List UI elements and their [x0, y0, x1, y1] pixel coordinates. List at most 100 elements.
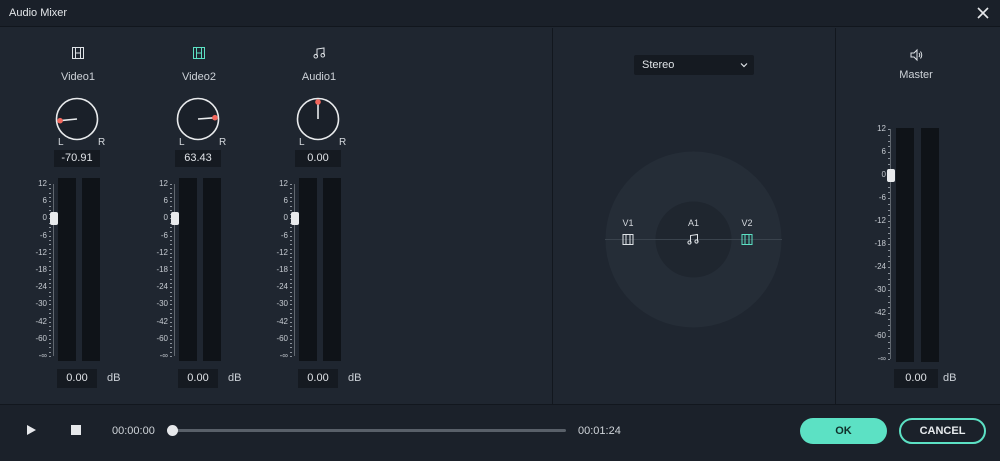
- channel-name: Audio1: [301, 71, 337, 83]
- db-scale-minor-tick: [170, 287, 172, 289]
- cancel-button[interactable]: CANCEL: [899, 418, 986, 444]
- db-scale-minor-tick: [888, 359, 890, 360]
- db-scale-minor-tick: [290, 235, 292, 237]
- channel-strip-audio1: Audio1 L R 0.00 12 6 0 -6 -12 -18 -24 -30 -42 -60…: [259, 28, 379, 404]
- db-scale-minor-tick: [49, 192, 51, 194]
- ok-button[interactable]: OK: [800, 418, 887, 444]
- play-icon[interactable]: [24, 423, 38, 437]
- volume-db-field[interactable]: 0.00: [178, 369, 218, 388]
- db-scale-minor-tick: [290, 252, 292, 254]
- db-scale-minor-tick: [290, 325, 292, 327]
- stop-icon[interactable]: [71, 425, 81, 435]
- db-unit-label: dB: [107, 372, 121, 384]
- db-scale-tick: -∞: [38, 351, 47, 360]
- master-volume-fader[interactable]: [887, 169, 895, 182]
- pan-value-field[interactable]: 63.43: [175, 150, 221, 167]
- fader-track: [53, 184, 54, 356]
- pan-value-field[interactable]: -70.91: [54, 150, 100, 167]
- db-scale-minor-tick: [290, 196, 292, 198]
- db-scale-tick: 6: [163, 196, 168, 206]
- db-scale-tick: 12: [38, 179, 47, 188]
- pan-knob[interactable]: [55, 97, 99, 141]
- db-unit-label: dB: [228, 372, 242, 384]
- db-scale-minor-tick: [49, 282, 51, 284]
- db-unit-label: dB: [943, 372, 957, 384]
- db-scale-minor-tick: [170, 261, 172, 263]
- db-scale: 12 6 0 -6 -12 -18 -24 -30 -42 -60 -∞: [860, 125, 890, 363]
- db-scale-minor-tick: [290, 209, 292, 211]
- db-scale-minor-tick: [170, 278, 172, 280]
- speaker-icon: [909, 48, 923, 62]
- db-scale-tick: -6: [39, 230, 47, 240]
- db-scale-tick: -24: [276, 282, 288, 292]
- db-scale-tick: 12: [877, 124, 886, 133]
- db-scale-tick: -18: [874, 239, 886, 248]
- pan-label-v1: V1: [622, 218, 633, 228]
- volume-fader[interactable]: [291, 212, 299, 226]
- db-scale-minor-tick: [49, 300, 51, 302]
- db-scale-minor-tick: [170, 248, 172, 250]
- db-scale-minor-tick: [170, 291, 172, 293]
- fader-track: [890, 129, 891, 359]
- volume-fader[interactable]: [50, 212, 58, 226]
- pan-value-field[interactable]: 0.00: [295, 150, 341, 167]
- db-scale-tick: -60: [35, 333, 47, 343]
- db-scale: 12 6 0 -6 -12 -18 -24 -30 -42 -60 -∞: [142, 180, 172, 360]
- db-scale-tick: -18: [156, 265, 168, 274]
- db-scale-minor-tick: [49, 321, 51, 323]
- db-scale-tick: -42: [156, 316, 168, 326]
- db-scale-minor-tick: [49, 209, 51, 211]
- master-label: Master: [899, 69, 933, 81]
- db-scale-minor-tick: [170, 231, 172, 233]
- channel-strip-video1: Video1 L R -70.91 12 6 0 -6 -12 -18 -24 -30 -42 -…: [18, 28, 138, 404]
- fader-track: [174, 184, 175, 356]
- db-scale-tick: -30: [156, 299, 168, 309]
- db-scale-tick: -60: [156, 333, 168, 343]
- volume-db-field[interactable]: 0.00: [298, 369, 338, 388]
- db-scale-minor-tick: [170, 188, 172, 190]
- db-scale-minor-tick: [49, 252, 51, 254]
- pan-right-label: R: [98, 137, 106, 148]
- pan-knob[interactable]: [296, 97, 340, 141]
- db-scale-tick: -12: [874, 216, 886, 225]
- pan-knob[interactable]: [176, 97, 220, 141]
- db-scale-minor-tick: [49, 270, 51, 271]
- close-icon[interactable]: [974, 4, 992, 22]
- db-scale-minor-tick: [170, 313, 172, 314]
- total-time: 00:01:24: [578, 425, 621, 437]
- db-scale-minor-tick: [290, 304, 292, 306]
- db-scale-minor-tick: [290, 338, 292, 340]
- db-scale-minor-tick: [170, 338, 172, 340]
- level-meter-right: [323, 178, 341, 361]
- db-scale-minor-tick: [290, 300, 292, 302]
- pan-left-label: L: [299, 137, 305, 148]
- db-scale-minor-tick: [170, 257, 172, 259]
- db-scale-minor-tick: [49, 248, 51, 250]
- chevron-down-icon: [740, 63, 748, 68]
- db-scale-tick: -24: [156, 282, 168, 292]
- volume-fader[interactable]: [171, 212, 179, 226]
- db-scale-minor-tick: [290, 313, 292, 314]
- level-meter-right: [921, 128, 939, 362]
- master-strip: Master 12 6 0 -6 -12 -18 -24 -30 -42 -60 -∞ 0.00 d…: [836, 28, 1000, 404]
- master-db-field[interactable]: 0.00: [894, 369, 938, 388]
- video-clip-icon: [71, 46, 85, 60]
- db-scale-minor-tick: [290, 227, 292, 228]
- db-unit-label: dB: [348, 372, 362, 384]
- stereo-mode-dropdown[interactable]: Stereo: [634, 55, 754, 75]
- db-scale-minor-tick: [49, 287, 51, 289]
- stereo-mode-value: Stereo: [642, 59, 675, 71]
- db-scale-minor-tick: [170, 274, 172, 276]
- db-scale-tick: -60: [874, 331, 886, 340]
- db-scale-tick: -42: [35, 316, 47, 326]
- db-scale-tick: 12: [279, 179, 288, 188]
- db-scale-minor-tick: [49, 278, 51, 280]
- seek-bar[interactable]: [172, 429, 566, 432]
- level-meter-right: [203, 178, 221, 361]
- pan-field[interactable]: V1 A1 V2: [605, 151, 782, 328]
- db-scale-minor-tick: [170, 356, 172, 357]
- seek-handle[interactable]: [167, 425, 178, 436]
- db-scale-minor-tick: [170, 334, 172, 336]
- volume-db-field[interactable]: 0.00: [57, 369, 97, 388]
- db-scale-minor-tick: [290, 317, 292, 319]
